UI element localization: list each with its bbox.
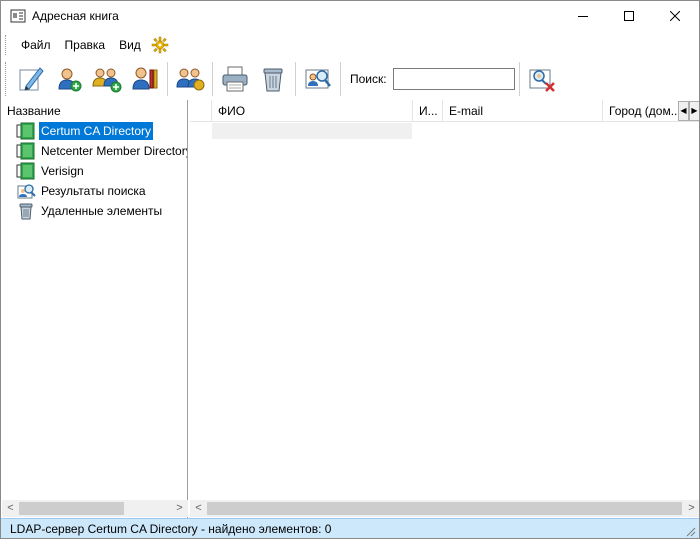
tree-item-certum[interactable]: Certum CA Directory — [2, 121, 187, 141]
properties-icon — [132, 67, 158, 90]
menu-view[interactable]: Вид — [112, 33, 148, 57]
search-label: Поиск: — [350, 72, 387, 86]
scroll-left-icon[interactable]: < — [2, 500, 19, 517]
print-button[interactable] — [216, 60, 254, 98]
list-empty-row — [212, 123, 412, 139]
toolbar-separator — [340, 62, 341, 96]
menu-file[interactable]: Файл — [14, 33, 58, 57]
window-title: Адресная книга — [32, 9, 119, 23]
tree-item-label: Удаленные элементы — [41, 204, 163, 218]
contacts-list-panel: ФИО И... E-mail Город (дом... ◀ ▶ — [190, 100, 699, 518]
new-message-button[interactable] — [12, 60, 50, 98]
new-contact-button[interactable] — [50, 60, 88, 98]
column-header-blank — [190, 100, 212, 122]
find-people-icon — [176, 68, 205, 91]
status-bar: LDAP-сервер Certum CA Directory - найден… — [1, 518, 699, 538]
tree-item-label: Netcenter Member Directory — [41, 144, 187, 158]
directory-tree-panel: Название Certum CA Directory Netcenter M… — [2, 100, 188, 518]
toolbar: Поиск: — [5, 59, 565, 99]
toolbar-separator — [167, 62, 168, 96]
toolbar-separator — [295, 62, 296, 96]
contact-remove-icon — [529, 69, 555, 92]
tree-item-netcenter[interactable]: Netcenter Member Directory — [2, 141, 187, 161]
address-book-app-icon — [10, 9, 26, 23]
find-people-button[interactable] — [171, 60, 209, 98]
tree-item-deleted[interactable]: Удаленные элементы — [2, 201, 187, 221]
menu-bar: Файл Правка Вид — [5, 32, 171, 58]
tree-horizontal-scrollbar[interactable]: < > — [2, 500, 188, 517]
address-book-window: Адресная книга Файл Правка Вид Поиск: На… — [0, 0, 700, 539]
search-results-icon — [17, 184, 36, 199]
maximize-icon — [624, 11, 634, 21]
directory-icon — [16, 162, 35, 180]
toolbar-grip[interactable] — [5, 62, 8, 96]
close-button[interactable] — [652, 1, 698, 31]
minimize-icon — [578, 16, 588, 17]
column-header-email[interactable]: E-mail — [443, 100, 603, 122]
header-scroll-left-icon[interactable]: ◀ — [678, 101, 689, 121]
status-text: LDAP-сервер Certum CA Directory - найден… — [10, 522, 332, 536]
close-icon — [670, 11, 680, 21]
directory-icon — [16, 122, 35, 140]
properties-button[interactable] — [126, 60, 164, 98]
tree-item-label: Certum CA Directory — [39, 122, 154, 140]
scroll-right-icon[interactable]: > — [171, 500, 188, 517]
title-bar: Адресная книга — [1, 1, 699, 31]
trash-icon — [19, 203, 33, 220]
print-icon — [222, 66, 248, 92]
maximize-button[interactable] — [606, 1, 652, 31]
column-header-i[interactable]: И... — [413, 100, 443, 122]
header-scroll-right-icon[interactable]: ▶ — [689, 101, 699, 121]
list-horizontal-scrollbar[interactable]: < > — [190, 500, 699, 517]
delete-button[interactable] — [254, 60, 292, 98]
new-group-icon — [92, 68, 122, 93]
column-headers: ФИО И... E-mail Город (дом... ◀ ▶ — [190, 100, 699, 122]
scroll-thumb[interactable] — [207, 502, 682, 515]
tree-item-search-results[interactable]: Результаты поиска — [2, 181, 187, 201]
new-user-icon — [58, 68, 82, 92]
remove-directory-button[interactable] — [523, 60, 561, 98]
tree-header[interactable]: Название — [2, 100, 187, 121]
size-grip-icon[interactable] — [686, 527, 696, 537]
new-group-button[interactable] — [88, 60, 126, 98]
search-directory-icon — [305, 69, 331, 89]
delete-icon — [263, 68, 283, 92]
toolbar-separator — [212, 62, 213, 96]
scroll-left-icon[interactable]: < — [190, 500, 207, 517]
header-scroll-buttons: ◀ ▶ — [678, 101, 699, 121]
minimize-button[interactable] — [560, 1, 606, 31]
directory-icon — [16, 142, 35, 160]
tree-item-label: Результаты поиска — [41, 184, 146, 198]
column-header-name[interactable]: ФИО — [212, 100, 413, 122]
search-directory-button[interactable] — [299, 60, 337, 98]
scroll-right-icon[interactable]: > — [683, 500, 699, 517]
menu-edit[interactable]: Правка — [58, 33, 113, 57]
tree-item-label: Verisign — [41, 164, 84, 178]
toolbar-separator — [518, 62, 520, 96]
search-input[interactable] — [392, 68, 515, 90]
tree-item-verisign[interactable]: Verisign — [2, 161, 187, 181]
new-contact-icon — [19, 67, 44, 91]
throbber-icon — [151, 36, 169, 54]
menubar-grip[interactable] — [5, 35, 8, 55]
scroll-thumb[interactable] — [19, 502, 124, 515]
